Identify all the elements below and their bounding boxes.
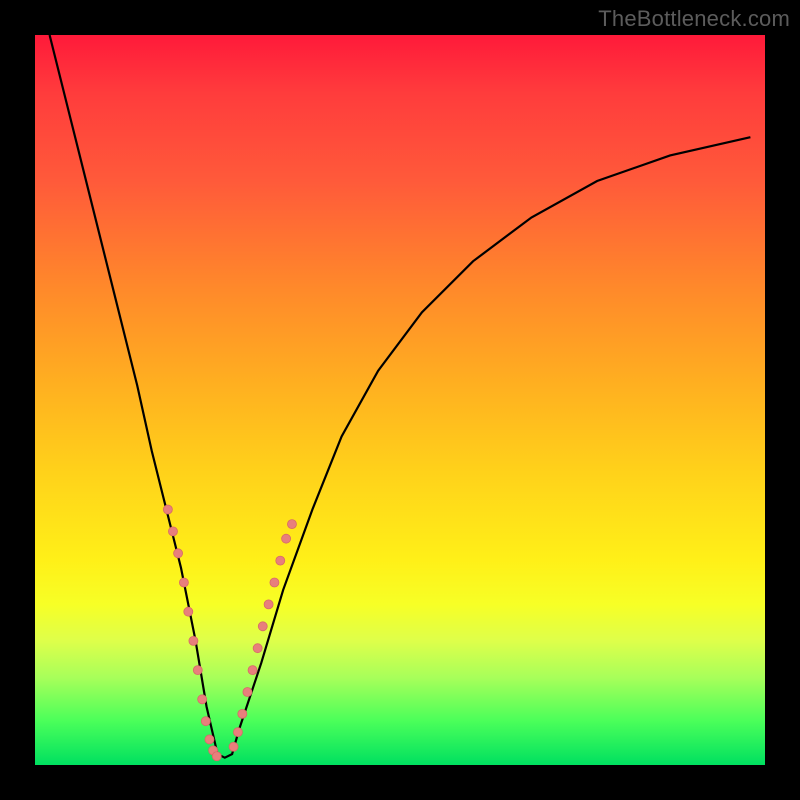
bead-point: [184, 607, 193, 616]
bead-point: [189, 636, 198, 645]
bead-point: [258, 622, 267, 631]
watermark-text: TheBottleneck.com: [598, 6, 790, 32]
bead-point: [270, 578, 279, 587]
bottleneck-curve: [50, 35, 751, 758]
bead-point: [168, 527, 177, 536]
bead-point: [243, 688, 252, 697]
bead-point: [282, 534, 291, 543]
bead-point: [264, 600, 273, 609]
bead-point: [193, 666, 202, 675]
bead-point: [248, 666, 257, 675]
chart-frame: TheBottleneck.com: [0, 0, 800, 800]
bead-point: [212, 752, 221, 761]
bead-point: [201, 717, 210, 726]
bead-point: [163, 505, 172, 514]
bead-point: [238, 709, 247, 718]
bead-point: [205, 735, 214, 744]
chart-svg: [35, 35, 765, 765]
bead-point: [276, 556, 285, 565]
bead-point: [253, 644, 262, 653]
bead-point: [198, 695, 207, 704]
bead-point: [233, 728, 242, 737]
bead-point: [179, 578, 188, 587]
plot-area: [35, 35, 765, 765]
highlight-beads: [163, 505, 296, 761]
bead-point: [229, 742, 238, 751]
bead-point: [287, 520, 296, 529]
bead-point: [174, 549, 183, 558]
